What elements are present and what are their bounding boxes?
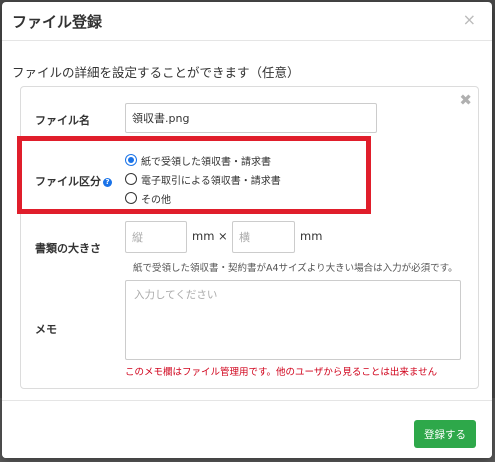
help-icon[interactable]: ? [103, 178, 112, 187]
modal-footer: 登録する [2, 400, 492, 458]
size-note: 紙で受領した領収書・契約書がA4サイズより大きい場合は入力が必須です。 [133, 263, 458, 274]
file-register-modal: ファイル登録 × ファイルの詳細を設定することができます（任意） ✖ ファイル名… [2, 2, 492, 458]
modal-title: ファイル登録 [12, 13, 103, 31]
unit-mm: mm [300, 229, 323, 243]
modal-header: ファイル登録 × [2, 2, 492, 41]
radio-paper-receipt[interactable]: 紙で受領した領収書・請求書 [125, 151, 271, 169]
radio-label: その他 [141, 194, 171, 206]
remove-icon[interactable]: ✖ [459, 91, 472, 109]
radio-other[interactable]: その他 [125, 189, 171, 207]
category-label-text: ファイル区分 [35, 175, 101, 188]
file-detail-form: ✖ ファイル名 ファイル区分? 紙で受領した領収書・請求書 電子取引による領収書… [20, 86, 479, 389]
radio-label: 紙で受領した領収書・請求書 [141, 156, 271, 168]
radio-button[interactable] [125, 192, 137, 204]
memo-textarea[interactable]: 入力してください [125, 280, 461, 360]
unit-mm-times: mm × [192, 229, 228, 243]
memo-label: メモ [35, 323, 57, 336]
radio-label: 電子取引による領収書・請求書 [141, 175, 281, 187]
horizontal-size-input[interactable] [232, 221, 295, 253]
radio-button[interactable] [125, 173, 137, 185]
category-label: ファイル区分? [35, 173, 112, 189]
close-icon[interactable]: × [463, 10, 476, 29]
radio-button-checked[interactable] [125, 154, 137, 166]
memo-note: このメモ欄はファイル管理用です。他のユーザから見ることは出来ません [125, 367, 438, 378]
size-label: 書類の大きさ [35, 242, 101, 255]
vertical-size-input[interactable] [125, 221, 187, 253]
register-button[interactable]: 登録する [414, 420, 476, 448]
filename-label: ファイル名 [35, 114, 90, 127]
filename-input[interactable] [125, 103, 377, 133]
radio-electronic-receipt[interactable]: 電子取引による領収書・請求書 [125, 170, 281, 188]
modal-description: ファイルの詳細を設定することができます（任意） [12, 65, 300, 80]
